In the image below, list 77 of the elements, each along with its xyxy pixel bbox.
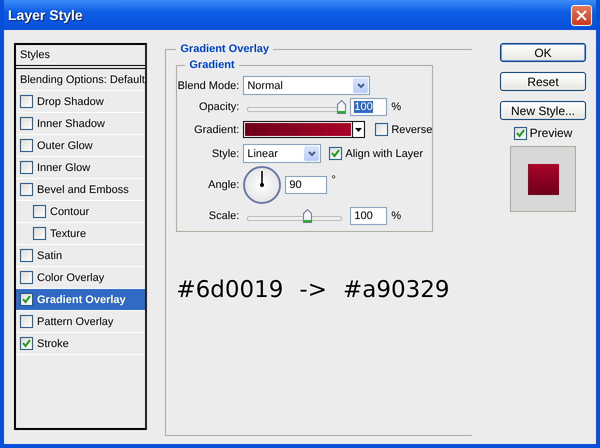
item-label: Inner Shadow: [37, 118, 105, 130]
item-label: Inner Glow: [37, 162, 90, 174]
style-list-item[interactable]: Stroke: [16, 333, 146, 355]
window-title: Layer Style: [8, 7, 83, 23]
checkbox-label: Reverse: [391, 124, 432, 136]
style-list-item[interactable]: Drop Shadow: [16, 91, 146, 113]
field-label: Gradient:: [193, 124, 240, 136]
checkbox[interactable]: [20, 183, 33, 196]
checkbox-label: Align with Layer: [345, 148, 424, 160]
checkbox[interactable]: [20, 315, 33, 328]
checkbox[interactable]: [33, 205, 46, 218]
checkbox[interactable]: [20, 161, 33, 174]
checkbox[interactable]: [329, 147, 342, 160]
item-label: Bevel and Emboss: [37, 184, 129, 196]
dialog-button[interactable]: New Style...: [500, 101, 586, 120]
item-label: Contour: [50, 206, 90, 218]
item-label: Texture: [50, 228, 86, 240]
style-list-item[interactable]: Inner Shadow: [16, 113, 146, 135]
preview-swatch: [528, 164, 558, 194]
field-label: Blend Mode:: [177, 80, 240, 92]
checkbox[interactable]: [20, 249, 33, 262]
style-list-item[interactable]: Gradient Overlay: [16, 289, 146, 311]
scale-field[interactable]: 100: [350, 207, 388, 225]
style-list-item[interactable]: Blending Options: Default: [16, 69, 146, 91]
checkbox[interactable]: [33, 227, 46, 240]
field-label: Angle:: [207, 179, 240, 191]
checkbox[interactable]: [20, 293, 33, 306]
blend-mode-dropdown[interactable]: Normal: [243, 76, 370, 95]
caret-icon[interactable]: [352, 122, 364, 137]
slider[interactable]: [247, 208, 342, 224]
field-label: Style:: [210, 148, 240, 160]
item-label: Stroke: [37, 338, 69, 350]
checkbox[interactable]: [20, 95, 33, 108]
checkbox[interactable]: [20, 139, 33, 152]
dial-needle-icon: [262, 171, 264, 185]
unit-label: %: [391, 101, 402, 113]
style-list-item[interactable]: Inner Glow: [16, 157, 146, 179]
style-list-item[interactable]: Texture: [16, 223, 146, 245]
item-label: Blending Options: Default: [20, 74, 145, 86]
style-list-item[interactable]: Bevel and Emboss: [16, 179, 146, 201]
field-label: Opacity:: [198, 101, 240, 113]
checkbox-label: Preview: [530, 126, 572, 140]
checkbox[interactable]: [20, 271, 33, 284]
style-list-item[interactable]: Contour: [16, 201, 146, 223]
slider-thumb[interactable]: [337, 100, 346, 114]
angle-field[interactable]: 90: [285, 176, 328, 194]
item-label: Gradient Overlay: [37, 294, 126, 306]
item-label: Drop Shadow: [37, 96, 104, 108]
dialog-button[interactable]: OK: [500, 43, 586, 62]
item-label: Satin: [37, 250, 62, 262]
group-title: Gradient: [188, 59, 236, 71]
close-icon: [576, 10, 587, 20]
arrow-text: ->: [299, 277, 327, 303]
gradient-picker[interactable]: [243, 121, 366, 138]
slider-thumb[interactable]: [303, 209, 312, 223]
checkbox[interactable]: [20, 337, 33, 350]
item-label: Outer Glow: [37, 140, 93, 152]
style-list-item[interactable]: Outer Glow: [16, 135, 146, 157]
style-list-item[interactable]: Satin: [16, 245, 146, 267]
item-label: Pattern Overlay: [37, 316, 114, 328]
start-color-text: #6d0019: [176, 277, 284, 303]
angle-dial[interactable]: [243, 166, 282, 204]
checkbox[interactable]: [514, 126, 527, 140]
list-header[interactable]: Styles: [16, 45, 146, 69]
panel-title: Gradient Overlay: [179, 43, 270, 55]
style-dropdown[interactable]: Linear: [243, 144, 322, 163]
dialog-button[interactable]: Reset: [500, 72, 586, 91]
close-button[interactable]: [571, 4, 592, 26]
item-label: Color Overlay: [37, 272, 104, 284]
unit-label: °: [331, 174, 336, 186]
checkbox[interactable]: [375, 123, 388, 136]
style-list-item[interactable]: Pattern Overlay: [16, 311, 146, 333]
checkbox[interactable]: [20, 117, 33, 130]
end-color-text: #a90329: [342, 277, 450, 303]
opacity-field[interactable]: 100: [350, 98, 388, 116]
unit-label: %: [391, 210, 402, 222]
field-label: Scale:: [208, 210, 240, 222]
